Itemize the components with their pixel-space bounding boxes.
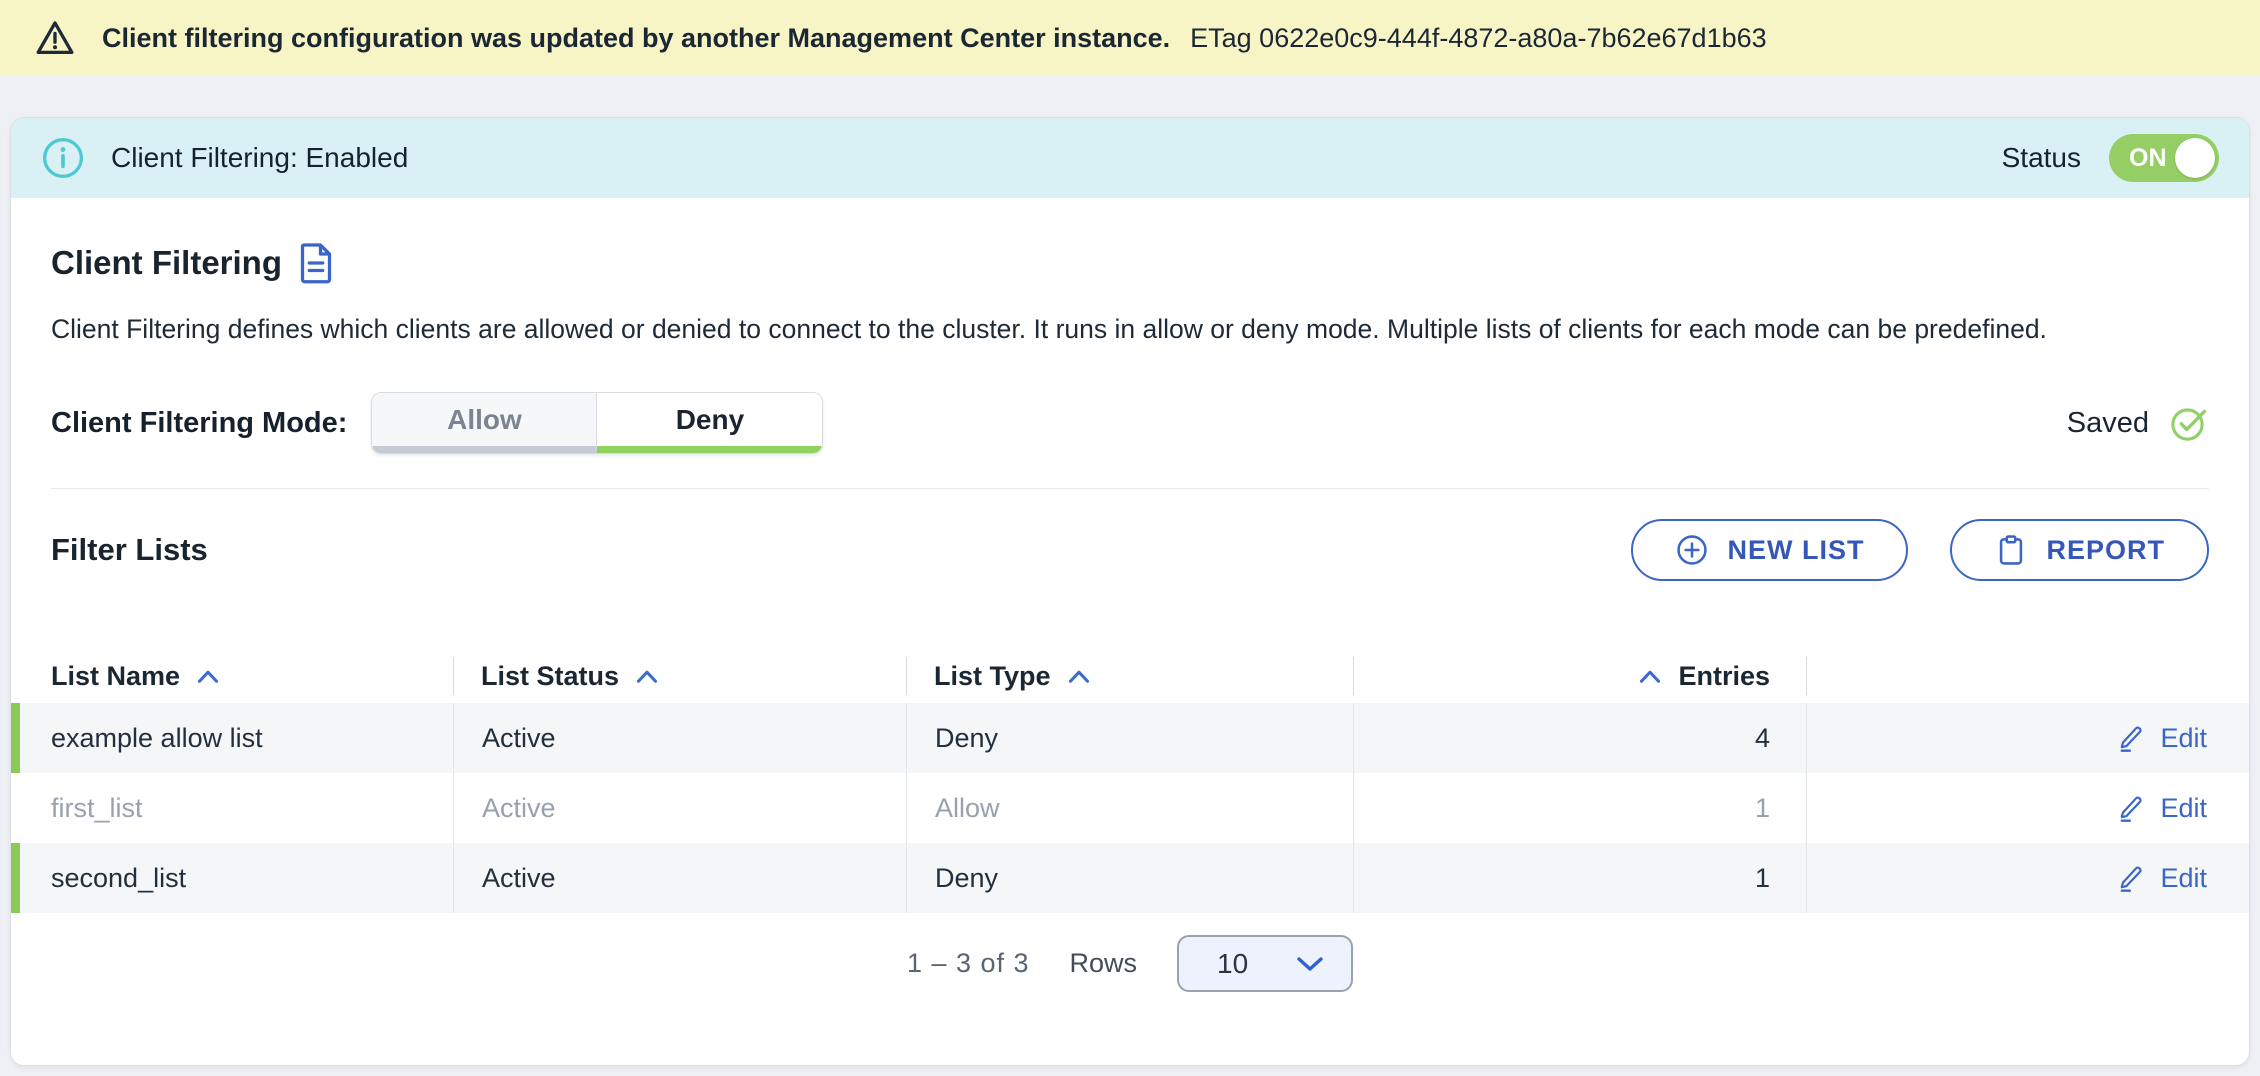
pagination-range: 1 – 3 of 3 bbox=[907, 948, 1030, 979]
rows-per-page-select[interactable]: 10 bbox=[1177, 935, 1353, 992]
cell-list-status: Active bbox=[453, 703, 906, 773]
column-header-list-status[interactable]: List Status bbox=[453, 649, 906, 703]
section-divider bbox=[51, 488, 2209, 489]
cell-list-type: Deny bbox=[906, 843, 1353, 913]
report-button[interactable]: REPORT bbox=[1950, 519, 2209, 581]
banner-etag: ETag 0622e0c9-444f-4872-a80a-7b62e67d1b6… bbox=[1190, 23, 1767, 54]
status-toggle[interactable]: ON bbox=[2109, 134, 2219, 182]
mode-label: Client Filtering Mode: bbox=[51, 407, 347, 440]
documentation-icon[interactable] bbox=[298, 242, 334, 284]
cell-entries: 1 bbox=[1353, 773, 1806, 843]
toggle-knob bbox=[2175, 138, 2215, 178]
table-row: first_list Active Allow 1 Edit bbox=[11, 773, 2249, 843]
report-button-label: REPORT bbox=[2046, 535, 2165, 566]
edit-list-button[interactable]: Edit bbox=[2116, 793, 2207, 824]
table-header-row: List Name List Status List Type bbox=[11, 649, 2249, 703]
saved-indicator: Saved bbox=[2067, 403, 2209, 443]
info-icon bbox=[41, 136, 85, 180]
cell-list-name: first_list bbox=[11, 773, 453, 843]
cell-list-type: Allow bbox=[906, 773, 1353, 843]
status-bar-message: Client Filtering: Enabled bbox=[111, 142, 408, 174]
column-header-list-name[interactable]: List Name bbox=[11, 649, 453, 703]
update-warning-banner: Client filtering configuration was updat… bbox=[0, 0, 2260, 76]
sort-caret-up-icon bbox=[196, 669, 220, 684]
column-header-actions bbox=[1806, 649, 2250, 703]
filter-lists-title: Filter Lists bbox=[51, 532, 208, 568]
cell-entries: 4 bbox=[1353, 703, 1806, 773]
saved-check-icon bbox=[2169, 403, 2209, 443]
edit-label: Edit bbox=[2160, 723, 2207, 754]
new-list-button-label: NEW LIST bbox=[1727, 535, 1864, 566]
filter-lists-table: List Name List Status List Type bbox=[11, 649, 2249, 913]
edit-list-button[interactable]: Edit bbox=[2116, 723, 2207, 754]
rows-per-page-label: Rows bbox=[1070, 948, 1138, 979]
mode-allow-button[interactable]: Allow bbox=[372, 393, 597, 453]
section-description: Client Filtering defines which clients a… bbox=[51, 310, 2209, 348]
edit-label: Edit bbox=[2160, 793, 2207, 824]
pencil-icon bbox=[2116, 723, 2146, 753]
cell-list-status: Active bbox=[453, 773, 906, 843]
client-filtering-card: Client Filtering: Enabled Status ON Clie… bbox=[10, 117, 2250, 1066]
table-row: second_list Active Deny 1 Edit bbox=[11, 843, 2249, 913]
edit-list-button[interactable]: Edit bbox=[2116, 863, 2207, 894]
mode-segmented-control: Allow Deny bbox=[371, 392, 823, 454]
sort-caret-up-icon bbox=[635, 669, 659, 684]
rows-per-page-value: 10 bbox=[1217, 948, 1248, 980]
pagination: 1 – 3 of 3 Rows 10 bbox=[11, 935, 2249, 992]
status-toggle-label: ON bbox=[2129, 144, 2167, 173]
pencil-icon bbox=[2116, 863, 2146, 893]
plus-circle-icon bbox=[1675, 533, 1709, 567]
pencil-icon bbox=[2116, 793, 2146, 823]
column-header-list-type[interactable]: List Type bbox=[906, 649, 1353, 703]
cell-list-name: second_list bbox=[11, 843, 453, 913]
sort-caret-up-icon bbox=[1638, 669, 1662, 684]
sort-caret-up-icon bbox=[1067, 669, 1091, 684]
cell-list-type: Deny bbox=[906, 703, 1353, 773]
cell-list-status: Active bbox=[453, 843, 906, 913]
chevron-down-icon bbox=[1295, 955, 1325, 973]
column-header-entries[interactable]: Entries bbox=[1353, 649, 1806, 703]
edit-label: Edit bbox=[2160, 863, 2207, 894]
saved-label: Saved bbox=[2067, 407, 2149, 440]
client-filtering-status-bar: Client Filtering: Enabled Status ON bbox=[11, 118, 2249, 198]
clipboard-icon bbox=[1994, 533, 2028, 567]
table-row: example allow list Active Deny 4 Edit bbox=[11, 703, 2249, 773]
new-list-button[interactable]: NEW LIST bbox=[1631, 519, 1908, 581]
cell-list-name: example allow list bbox=[11, 703, 453, 773]
warning-triangle-icon bbox=[34, 17, 76, 59]
banner-message: Client filtering configuration was updat… bbox=[102, 23, 1170, 54]
status-label: Status bbox=[2002, 142, 2081, 174]
mode-deny-button[interactable]: Deny bbox=[597, 393, 822, 453]
cell-entries: 1 bbox=[1353, 843, 1806, 913]
page-title: Client Filtering bbox=[51, 244, 282, 282]
